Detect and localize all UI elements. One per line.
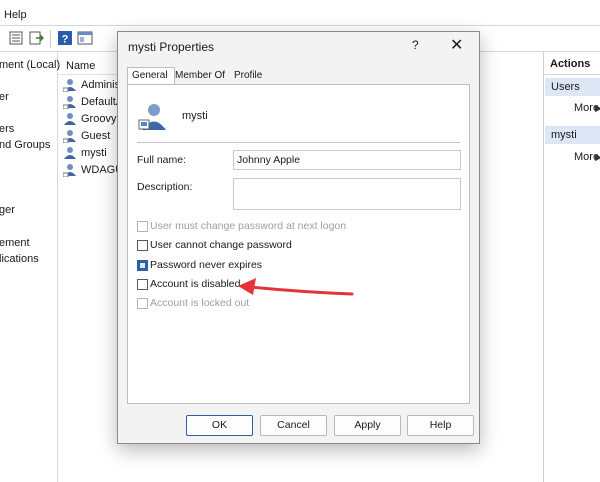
actions-section-label: mysti bbox=[551, 129, 577, 141]
dialog-title: mysti Properties bbox=[128, 40, 215, 54]
chevron-right-icon: ▶ bbox=[595, 103, 600, 113]
tree-item[interactable]: er bbox=[0, 91, 9, 103]
properties-dialog: mysti Properties ? ✕ General Member Of P… bbox=[117, 31, 480, 444]
user-icon bbox=[63, 96, 76, 109]
full-name-value: Johnny Apple bbox=[237, 154, 301, 166]
toolbar-separator bbox=[50, 30, 51, 48]
chevron-right-icon: ▶ bbox=[595, 152, 600, 162]
tree-item[interactable]: ers bbox=[0, 123, 14, 135]
checkbox-label: Password never expires bbox=[150, 259, 263, 271]
tree-item[interactable]: ger bbox=[0, 204, 15, 216]
export-icon[interactable] bbox=[28, 30, 44, 46]
description-label: Description: bbox=[137, 181, 193, 193]
general-tab-panel: mysti Full name: Johnny Apple Descriptio… bbox=[127, 84, 470, 404]
checkbox-label: User cannot change password bbox=[150, 239, 292, 251]
checkbox bbox=[137, 298, 148, 309]
checkbox-label: Account is locked out bbox=[150, 297, 250, 309]
dialog-help-button[interactable]: ? bbox=[412, 38, 419, 52]
user-icon bbox=[63, 79, 76, 92]
tab-label: Member Of bbox=[175, 70, 226, 81]
user-name: mysti bbox=[81, 147, 107, 159]
tree-item[interactable]: nd Groups bbox=[0, 139, 50, 151]
console-tree: ment (Local) er ers nd Groups ger ement … bbox=[0, 52, 60, 482]
actions-title: Actions bbox=[550, 58, 591, 70]
view-icon[interactable] bbox=[77, 30, 93, 46]
checkbox[interactable] bbox=[137, 279, 148, 290]
checkbox-label: Account is disabled bbox=[150, 278, 241, 290]
checkbox[interactable] bbox=[137, 260, 148, 271]
checkbox bbox=[137, 221, 148, 232]
properties-icon[interactable] bbox=[8, 30, 24, 46]
user-name: Adminis bbox=[81, 79, 121, 91]
column-header-name[interactable]: Name bbox=[66, 60, 95, 72]
close-icon[interactable]: ✕ bbox=[450, 35, 463, 55]
help-icon[interactable]: ? bbox=[57, 30, 73, 46]
cancel-button[interactable]: Cancel bbox=[260, 415, 327, 436]
tab-member-of[interactable]: Member Of bbox=[175, 68, 233, 84]
apply-button[interactable]: Apply bbox=[334, 415, 401, 436]
actions-section-mysti[interactable]: mysti bbox=[545, 126, 600, 144]
ok-button[interactable]: OK bbox=[186, 415, 253, 436]
menu-help[interactable]: Help bbox=[4, 9, 27, 21]
user-icon bbox=[63, 130, 76, 143]
actions-divider bbox=[544, 74, 600, 75]
tab-profile[interactable]: Profile bbox=[234, 68, 270, 84]
actions-pane: Actions Users More ▶ mysti More ▶ bbox=[543, 52, 600, 482]
actions-section-label: Users bbox=[551, 81, 580, 93]
tab-label: Profile bbox=[234, 70, 263, 81]
column-header-divider bbox=[58, 74, 118, 75]
svg-text:?: ? bbox=[62, 34, 69, 46]
user-icon bbox=[138, 104, 166, 130]
full-name-field[interactable]: Johnny Apple bbox=[233, 150, 461, 170]
user-name: Groovy bbox=[81, 113, 117, 125]
tree-item[interactable]: ement bbox=[0, 237, 30, 249]
checkbox-label: User must change password at next logon bbox=[150, 220, 347, 232]
checkbox[interactable] bbox=[137, 240, 148, 251]
user-name: Guest bbox=[81, 130, 111, 142]
menu-bar: Help bbox=[0, 6, 600, 24]
username-label: mysti bbox=[182, 110, 208, 122]
user-icon bbox=[64, 113, 76, 125]
description-field[interactable] bbox=[233, 178, 461, 210]
full-name-label: Full name: bbox=[137, 154, 187, 166]
tree-item[interactable]: lications bbox=[0, 253, 39, 265]
user-icon bbox=[64, 147, 76, 159]
tab-general[interactable]: General bbox=[127, 67, 175, 85]
user-icon bbox=[63, 164, 76, 177]
tree-item[interactable]: ment (Local) bbox=[0, 59, 60, 71]
header-divider bbox=[137, 142, 460, 143]
tab-label: General bbox=[132, 70, 168, 81]
help-button[interactable]: Help bbox=[407, 415, 474, 436]
actions-section-users[interactable]: Users bbox=[545, 78, 600, 96]
